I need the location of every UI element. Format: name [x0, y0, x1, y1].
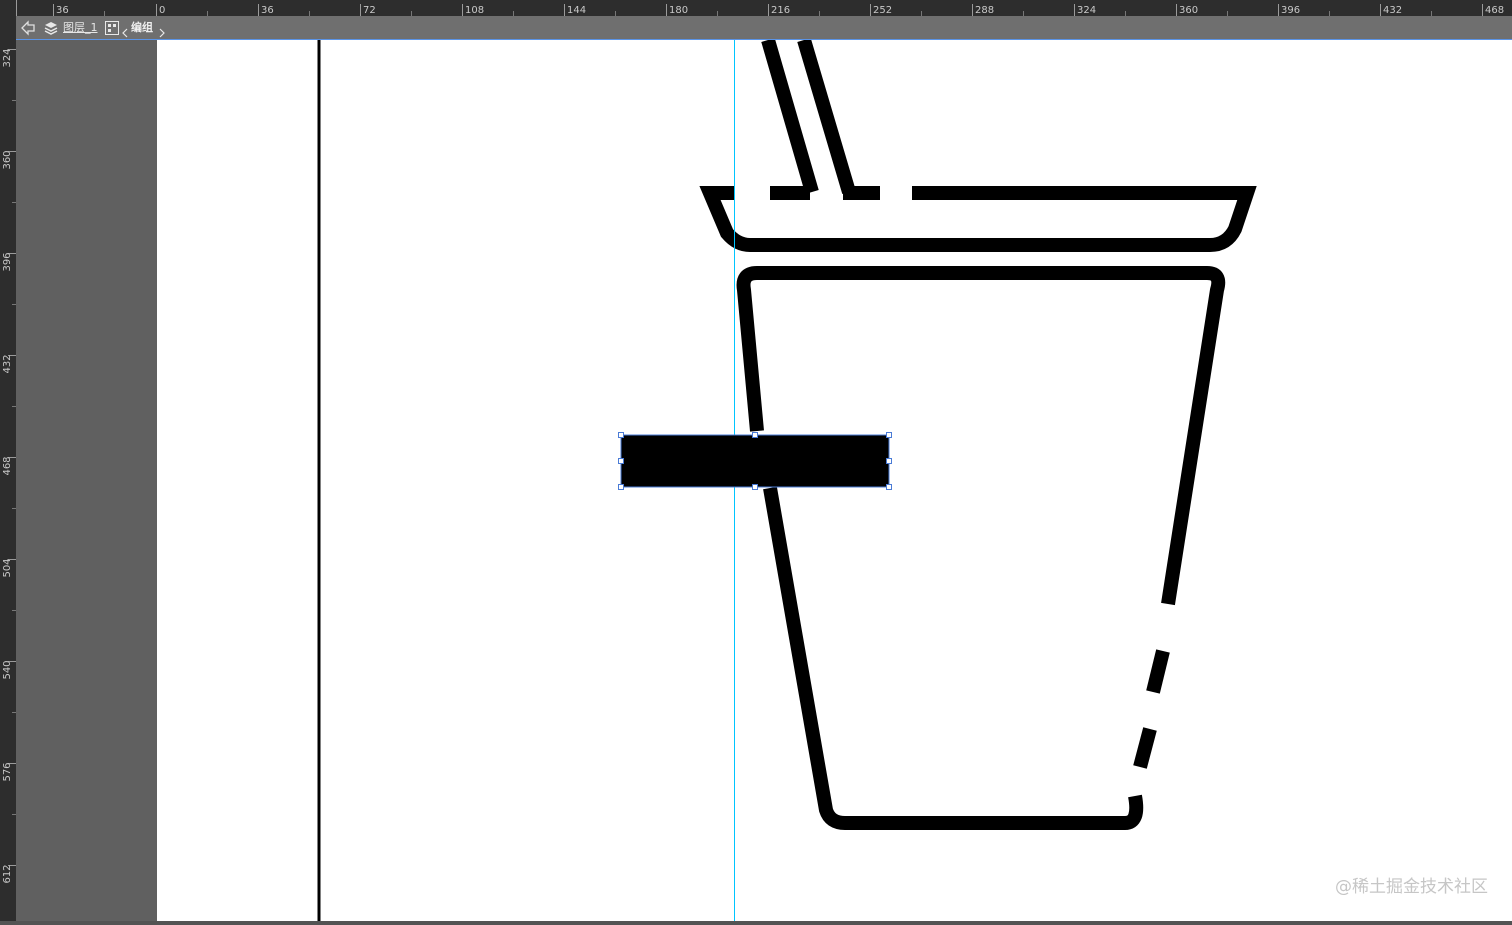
cup-body-shape[interactable]: [736, 266, 1226, 830]
vertical-ruler-ticks: 324 360 396 432 468 504 540 576 612: [2, 48, 16, 884]
selection-handle[interactable]: [618, 484, 624, 490]
watermark-text: @稀土掘金技术社区: [1335, 877, 1488, 897]
vruler-label: 396: [2, 252, 13, 271]
hruler-label: 288: [975, 5, 994, 16]
selection-handle[interactable]: [752, 432, 758, 438]
vruler-label: 360: [2, 150, 13, 169]
hruler-label: 468: [1485, 5, 1504, 16]
back-arrow-icon[interactable]: [20, 20, 36, 40]
hruler-label: 216: [771, 5, 790, 16]
pasteboard[interactable]: [16, 40, 157, 921]
hruler-label: 108: [465, 5, 484, 16]
hruler-label: 324: [1077, 5, 1096, 16]
selection-handle[interactable]: [886, 458, 892, 464]
breadcrumb-group[interactable]: 编组: [131, 16, 153, 40]
lid-shape[interactable]: [699, 186, 1257, 252]
selection-handle[interactable]: [886, 432, 892, 438]
horizontal-ruler-ticks: 36 0 36 72 108 144 180 216 252 288 324 3…: [16, 0, 1504, 16]
vruler-label: 468: [2, 456, 13, 475]
isolation-breadcrumb-bar: 图层_1 编组: [16, 16, 1512, 40]
breadcrumb-layer[interactable]: 图层_1: [63, 16, 98, 40]
vertical-ruler[interactable]: 324 360 396 432 468 504 540 576 612: [0, 16, 16, 921]
hruler-label: 432: [1383, 5, 1402, 16]
selection-handle[interactable]: [618, 432, 624, 438]
vruler-label: 504: [2, 558, 13, 577]
vruler-label: 324: [2, 48, 13, 67]
hruler-label: 252: [873, 5, 892, 16]
vruler-label: 576: [2, 762, 13, 781]
selection-handle[interactable]: [752, 484, 758, 490]
vruler-label: 540: [2, 660, 13, 679]
hruler-label: 360: [1179, 5, 1198, 16]
hruler-label: 144: [567, 5, 586, 16]
layers-icon: [43, 20, 59, 40]
selection-handle[interactable]: [618, 458, 624, 464]
hruler-label: 36: [56, 5, 69, 16]
hruler-label: 396: [1281, 5, 1300, 16]
group-icon: [105, 20, 119, 39]
hruler-label: 180: [669, 5, 688, 16]
horizontal-ruler[interactable]: 36 0 36 72 108 144 180 216 252 288 324 3…: [0, 0, 1512, 16]
hruler-label: 72: [363, 5, 376, 16]
hruler-label: 36: [261, 5, 274, 16]
selected-rectangle[interactable]: [621, 435, 889, 487]
selection-handle[interactable]: [886, 484, 892, 490]
artwork-svg: [317, 40, 1257, 921]
vruler-label: 432: [2, 354, 13, 373]
straw-shape[interactable]: [761, 40, 856, 194]
vruler-label: 612: [2, 864, 13, 883]
hruler-label: 0: [159, 5, 165, 16]
artboard-canvas[interactable]: [157, 40, 1512, 921]
